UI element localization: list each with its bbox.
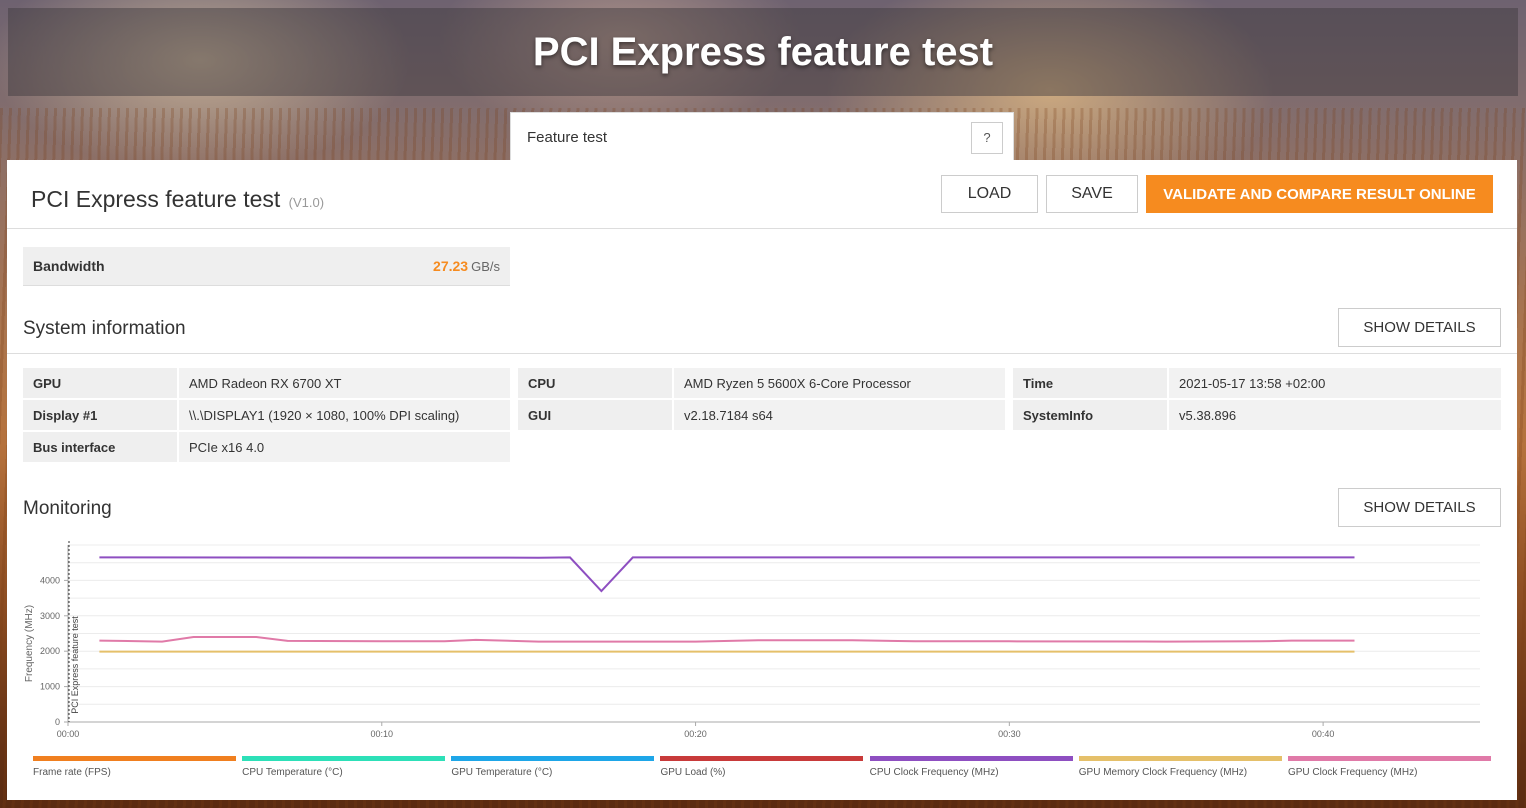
page-title: PCI Express feature test bbox=[532, 29, 994, 74]
info-key: Time bbox=[1013, 368, 1167, 398]
legend-swatch bbox=[1287, 756, 1491, 761]
result-panel: PCI Express feature test (V1.0) LOAD SAV… bbox=[7, 160, 1517, 800]
result-header: PCI Express feature test (V1.0) LOAD SAV… bbox=[7, 160, 1517, 229]
bandwidth-value: 27.23 bbox=[433, 258, 469, 274]
result-title: PCI Express feature test bbox=[31, 186, 281, 212]
info-row: Bus interface PCIe x16 4.0 bbox=[23, 432, 510, 462]
x-tick-label: 00:10 bbox=[371, 729, 394, 739]
x-tick-label: 00:30 bbox=[998, 729, 1021, 739]
legend-label: GPU Load (%) bbox=[660, 767, 726, 778]
legend-swatch bbox=[451, 756, 655, 761]
help-button[interactable]: ? bbox=[971, 121, 1003, 154]
info-value: 2021-05-17 13:58 +02:00 bbox=[1169, 368, 1501, 398]
system-info-col3: Time 2021-05-17 13:58 +02:00 SystemInfo … bbox=[1013, 368, 1501, 432]
section-divider bbox=[7, 353, 1517, 354]
system-info-title: System information bbox=[23, 318, 186, 339]
legend-label: Frame rate (FPS) bbox=[33, 767, 111, 778]
legend-swatch bbox=[869, 756, 1073, 761]
legend-item[interactable]: GPU Clock Frequency (MHz) bbox=[1287, 756, 1491, 778]
x-tick-label: 00:20 bbox=[684, 729, 707, 739]
legend-item[interactable]: GPU Memory Clock Frequency (MHz) bbox=[1078, 756, 1282, 778]
info-row: SystemInfo v5.38.896 bbox=[1013, 400, 1501, 430]
info-value: PCIe x16 4.0 bbox=[179, 432, 510, 462]
x-tick-label: 00:00 bbox=[57, 729, 80, 739]
load-button[interactable]: LOAD bbox=[941, 175, 1038, 213]
info-row: Time 2021-05-17 13:58 +02:00 bbox=[1013, 368, 1501, 398]
system-info-show-details-button[interactable]: SHOW DETAILS bbox=[1338, 308, 1501, 347]
result-version: (V1.0) bbox=[288, 195, 325, 210]
save-button[interactable]: SAVE bbox=[1046, 175, 1138, 213]
info-key: Display #1 bbox=[23, 400, 177, 430]
legend-item[interactable]: GPU Temperature (°C) bbox=[451, 756, 655, 778]
title-band: PCI Express feature test bbox=[8, 8, 1518, 96]
info-key: GUI bbox=[518, 400, 672, 430]
system-info-col1: GPU AMD Radeon RX 6700 XT Display #1 \\.… bbox=[23, 368, 510, 464]
bandwidth-row: Bandwidth 27.23 GB/s bbox=[23, 247, 510, 286]
legend-swatch bbox=[242, 756, 446, 761]
y-tick-label: 4000 bbox=[40, 575, 60, 585]
info-row: Display #1 \\.\DISPLAY1 (1920 × 1080, 10… bbox=[23, 400, 510, 430]
legend-swatch bbox=[33, 756, 236, 761]
info-row: GUI v2.18.7184 s64 bbox=[518, 400, 1005, 430]
legend-swatch bbox=[660, 756, 864, 761]
y-axis-label: Frequency (MHz) bbox=[24, 605, 35, 682]
validate-button[interactable]: VALIDATE AND COMPARE RESULT ONLINE bbox=[1146, 175, 1493, 213]
legend-label: GPU Memory Clock Frequency (MHz) bbox=[1078, 767, 1248, 778]
tab-feature-test[interactable]: Feature test ? bbox=[510, 112, 1014, 162]
monitoring-title: Monitoring bbox=[23, 498, 112, 519]
legend-label: GPU Clock Frequency (MHz) bbox=[1287, 767, 1418, 778]
info-value: v2.18.7184 s64 bbox=[674, 400, 1005, 430]
legend-item[interactable]: GPU Load (%) bbox=[660, 756, 864, 778]
monitoring-show-details-button[interactable]: SHOW DETAILS bbox=[1338, 488, 1501, 527]
result-title-wrap: PCI Express feature test (V1.0) bbox=[31, 186, 324, 213]
legend-item[interactable]: CPU Temperature (°C) bbox=[242, 756, 446, 778]
info-key: GPU bbox=[23, 368, 177, 398]
info-value: \\.\DISPLAY1 (1920 × 1080, 100% DPI scal… bbox=[179, 400, 510, 430]
x-tick-label: 00:40 bbox=[1312, 729, 1335, 739]
bandwidth-label: Bandwidth bbox=[33, 258, 105, 274]
series-line bbox=[99, 636, 1355, 643]
bandwidth-value-wrap: 27.23 GB/s bbox=[433, 258, 500, 274]
info-row: GPU AMD Radeon RX 6700 XT bbox=[23, 368, 510, 398]
legend-item[interactable]: CPU Clock Frequency (MHz) bbox=[869, 756, 1073, 778]
bandwidth-unit: GB/s bbox=[471, 259, 500, 274]
chart-legend: Frame rate (FPS) CPU Temperature (°C) GPU … bbox=[33, 756, 1491, 778]
info-key: CPU bbox=[518, 368, 672, 398]
info-value: AMD Ryzen 5 5600X 6-Core Processor bbox=[674, 368, 1005, 398]
legend-label: CPU Temperature (°C) bbox=[242, 767, 343, 778]
info-key: Bus interface bbox=[23, 432, 177, 462]
info-value: AMD Radeon RX 6700 XT bbox=[179, 368, 510, 398]
y-tick-label: 1000 bbox=[40, 682, 60, 692]
legend-item[interactable]: Frame rate (FPS) bbox=[33, 756, 236, 778]
legend-swatch bbox=[1078, 756, 1282, 761]
y-tick-label: 0 bbox=[55, 717, 60, 727]
y-tick-label: 3000 bbox=[40, 611, 60, 621]
info-key: SystemInfo bbox=[1013, 400, 1167, 430]
info-row: CPU AMD Ryzen 5 5600X 6-Core Processor bbox=[518, 368, 1005, 398]
legend-label: CPU Clock Frequency (MHz) bbox=[869, 767, 999, 778]
legend-label: GPU Temperature (°C) bbox=[451, 767, 553, 778]
y-tick-label: 2000 bbox=[40, 646, 60, 656]
system-info-col2: CPU AMD Ryzen 5 5600X 6-Core Processor G… bbox=[518, 368, 1005, 432]
info-value: v5.38.896 bbox=[1169, 400, 1501, 430]
tab-label: Feature test bbox=[527, 129, 608, 146]
annotation-label: PCI Express feature test bbox=[70, 616, 80, 714]
monitoring-chart[interactable]: 0 1000 2000 3000 4000 00:00 00:10 00:20 00:30 00:… bbox=[7, 535, 1507, 750]
